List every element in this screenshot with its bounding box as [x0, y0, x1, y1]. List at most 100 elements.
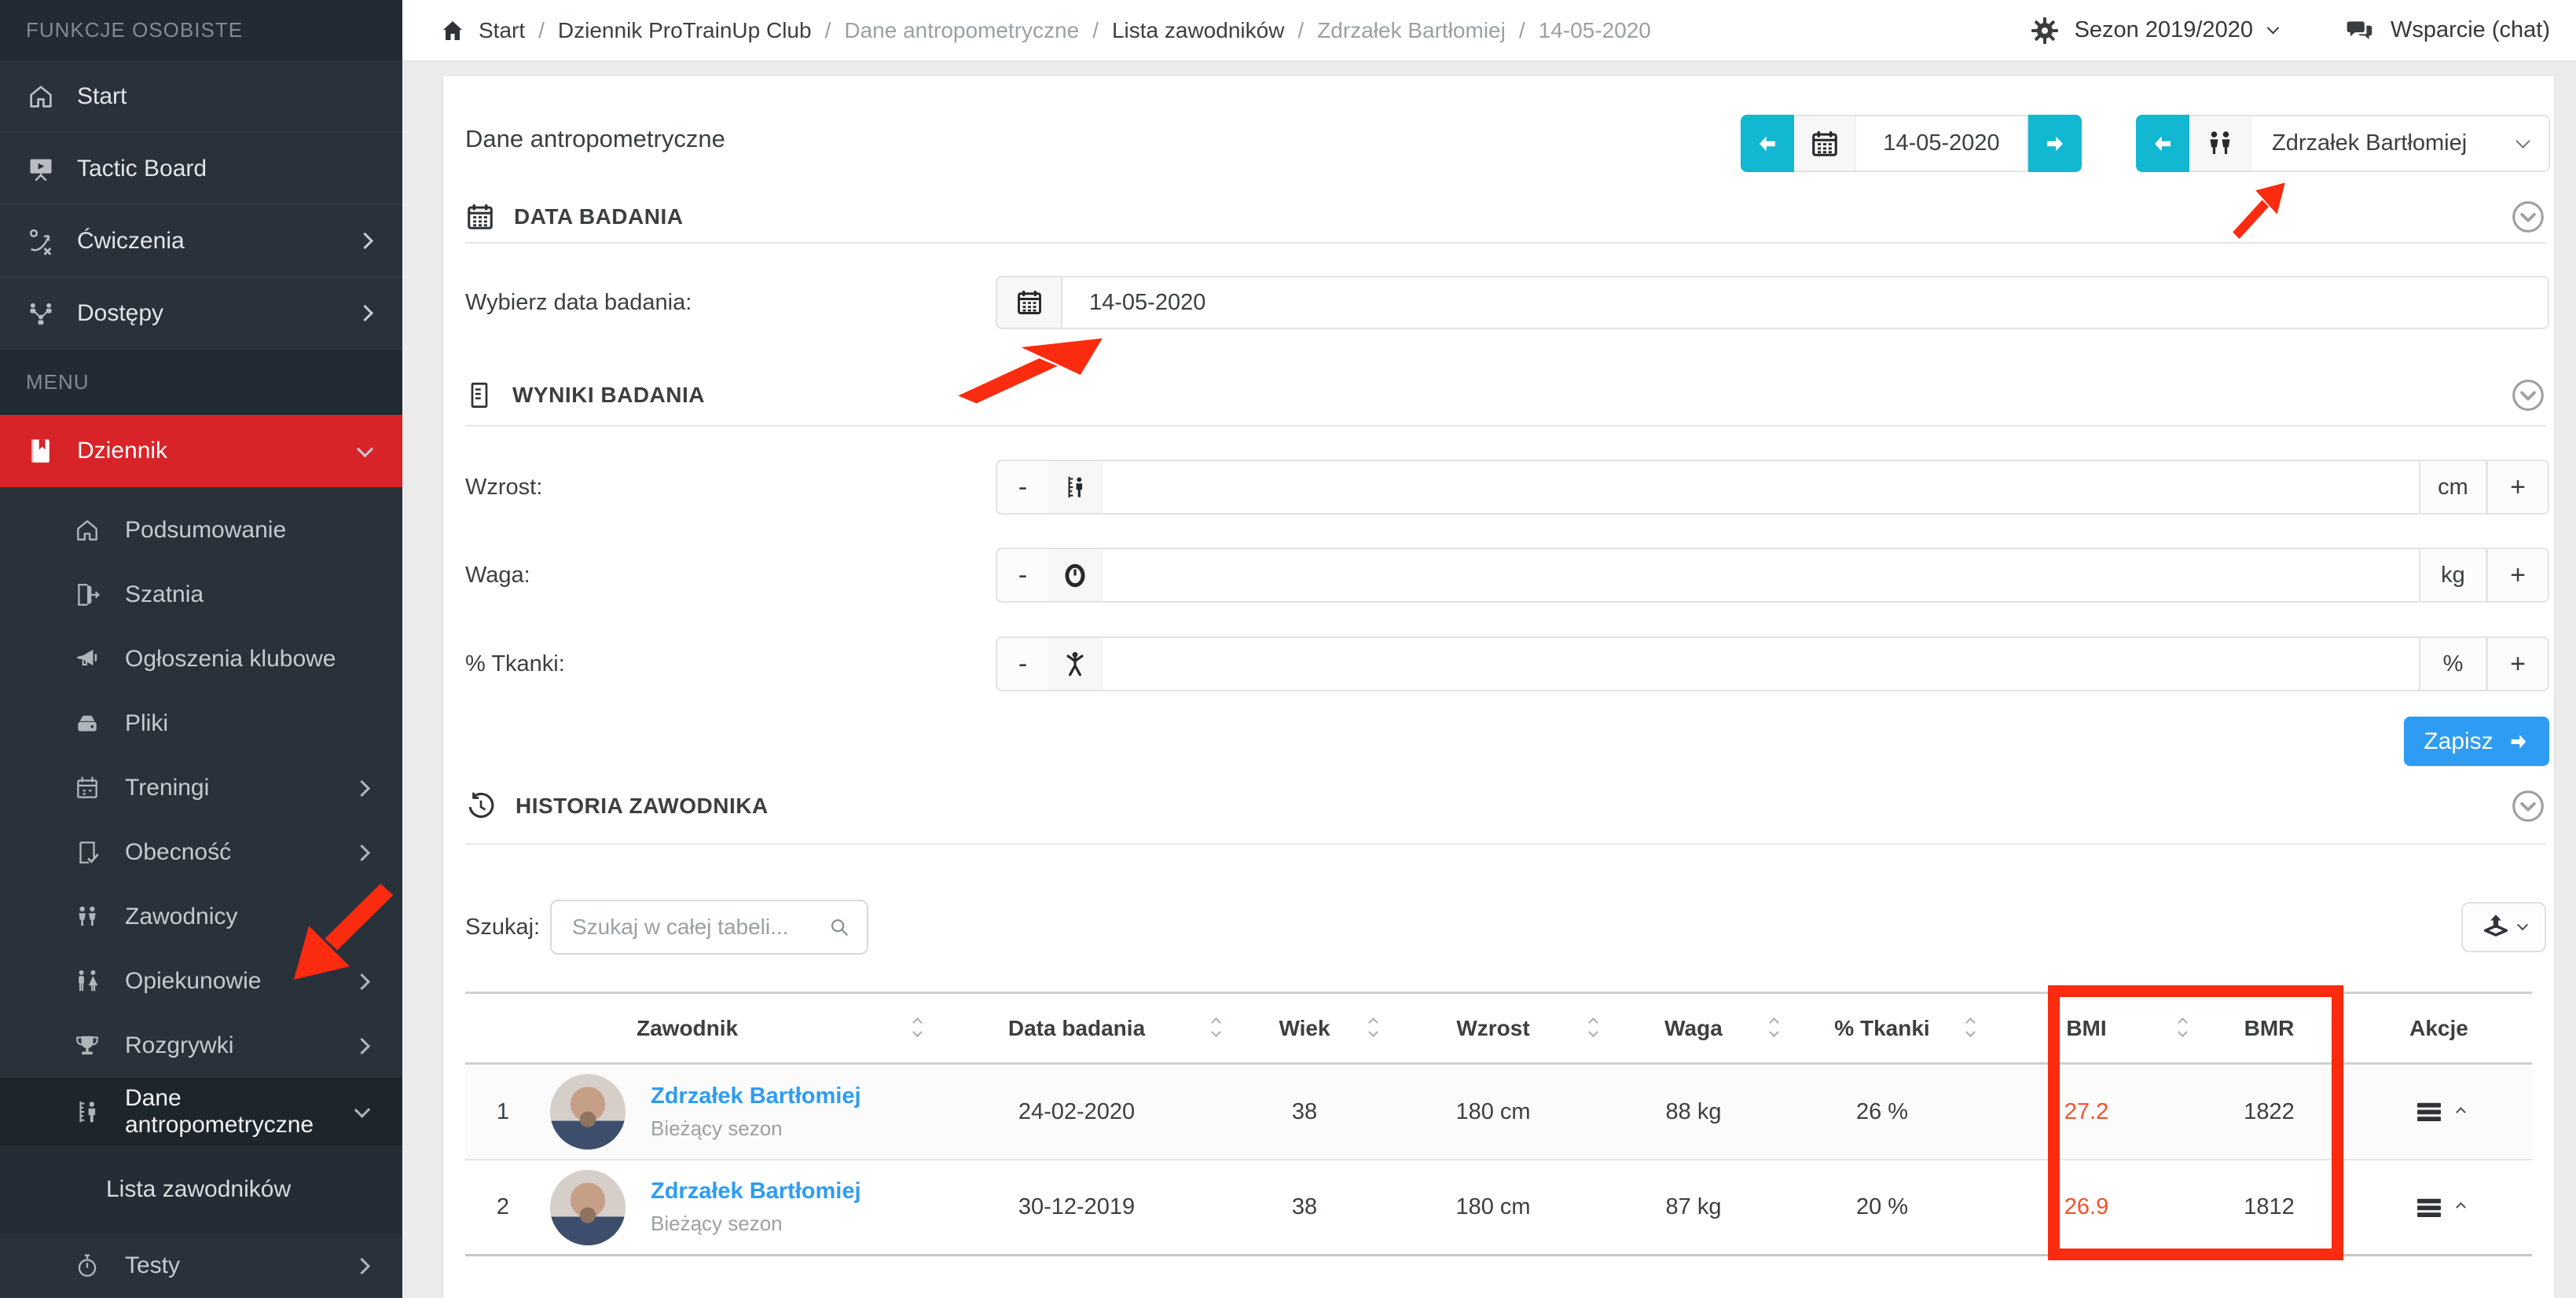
submenu-item-szatnia[interactable]: Szatnia [0, 563, 402, 627]
column-header-tkanki[interactable]: % Tkanki [1784, 1016, 1980, 1041]
tactics-drill-icon [25, 226, 57, 257]
home-icon[interactable] [440, 18, 465, 43]
chevron-down-icon [2515, 134, 2530, 148]
cell-fat: 20 % [1784, 1194, 1980, 1220]
support-chat-link[interactable]: Wsparcie (chat) [2391, 17, 2550, 43]
submenu-item-podsumowanie[interactable]: Podsumowanie [0, 498, 402, 563]
sort-icon[interactable] [1967, 1019, 1974, 1038]
wzrost-input-group: - cm + [996, 460, 2549, 515]
breadcrumb-item[interactable]: Dziennik ProTrainUp Club [558, 18, 812, 43]
season-selector[interactable]: Sezon 2019/2020 [2075, 17, 2253, 43]
sidebar-item-cwiczenia[interactable]: Ćwiczenia [0, 205, 402, 277]
sidebar-item-tactic-board[interactable]: Tactic Board [0, 133, 402, 205]
increment-button[interactable]: + [2486, 548, 2549, 603]
breadcrumb-separator: / [825, 18, 831, 43]
search-input[interactable] [572, 915, 818, 940]
collapse-section-icon[interactable] [2510, 199, 2546, 235]
sort-icon[interactable] [1370, 1019, 1377, 1038]
section-historia-zawodnika: HISTORIA ZAWODNIKA [465, 786, 2546, 827]
table-header-row: Zawodnik Data badania Wiek Wzrost Waga %… [465, 992, 2532, 1065]
breadcrumb-item[interactable]: Lista zawodników [1112, 18, 1284, 43]
wzrost-input[interactable] [1102, 461, 2419, 513]
scale-icon [1048, 548, 1101, 603]
date-input[interactable]: 14-05-2020 [1061, 276, 2549, 329]
breadcrumb-item[interactable]: Start [479, 18, 525, 43]
hamburger-menu-icon[interactable] [2413, 1096, 2445, 1128]
decrement-button[interactable]: - [996, 460, 1048, 515]
sort-icon[interactable] [1213, 1019, 1220, 1038]
breadcrumb-separator: / [538, 18, 545, 43]
column-header-data-badania[interactable]: Data badania [927, 1016, 1226, 1041]
submenu-item-rozgrywki[interactable]: Rozgrywki [0, 1014, 402, 1078]
cell-height: 180 cm [1383, 1099, 1603, 1125]
column-header-zawodnik[interactable]: Zawodnik [541, 1016, 927, 1041]
decrement-button[interactable]: - [996, 548, 1048, 603]
submenu-item-label: Lista zawodników [106, 1176, 291, 1203]
date-nav-value[interactable]: 14-05-2020 [1855, 115, 2028, 172]
chevron-right-icon [357, 305, 373, 321]
increment-button[interactable]: + [2486, 636, 2549, 691]
sort-icon[interactable] [1771, 1019, 1778, 1038]
sidebar-item-label: Dziennik [77, 438, 167, 464]
submenu-item-label: Treningi [125, 775, 209, 801]
column-header-bmr[interactable]: BMR [2193, 1016, 2346, 1041]
gear-icon[interactable] [2031, 16, 2059, 45]
sort-icon[interactable] [1590, 1019, 1597, 1038]
submenu-item-opiekunowie[interactable]: Opiekunowie [0, 949, 402, 1014]
increment-button[interactable]: + [2486, 460, 2549, 515]
chat-bubbles-icon[interactable] [2345, 16, 2375, 46]
page-title: Dane antropometryczne [465, 125, 725, 153]
sidebar-item-dziennik[interactable]: Dziennik [0, 415, 402, 487]
sidebar-section-personal-label: FUNKCJE OSOBISTE [26, 18, 243, 42]
column-header-wiek[interactable]: Wiek [1226, 1016, 1383, 1041]
column-header-bmi[interactable]: BMI [1980, 1016, 2193, 1041]
submenu-item-lista-zawodnikow[interactable]: Lista zawodników [0, 1146, 402, 1234]
date-next-button[interactable] [2028, 115, 2082, 172]
submenu-item-label: Zawodnicy [125, 904, 237, 930]
breadcrumb-item[interactable]: 14-05-2020 [1539, 18, 1651, 43]
actions-cell [2346, 1096, 2532, 1128]
calendar-icon[interactable] [996, 276, 1061, 329]
trophy-icon [73, 1032, 101, 1060]
submenu-item-treningi[interactable]: Treningi [0, 756, 402, 820]
table-row: 1 Zdrzałek Bartłomiej Bieżący sezon 24-0… [465, 1065, 2532, 1160]
tkanki-input[interactable] [1102, 638, 2419, 690]
search-box [550, 900, 868, 955]
date-field-group: 14-05-2020 [996, 276, 2549, 329]
chevron-up-icon[interactable] [2456, 1202, 2466, 1212]
date-prev-button[interactable] [1741, 115, 1794, 172]
decrement-button[interactable]: - [996, 636, 1048, 691]
sidebar-item-dostepy[interactable]: Dostępy [0, 277, 402, 350]
two-people-icon [73, 903, 101, 931]
hamburger-menu-icon[interactable] [2413, 1192, 2445, 1223]
waga-input[interactable] [1102, 549, 2419, 601]
export-button[interactable] [2461, 902, 2546, 952]
player-select[interactable]: Zdrzałek Bartłomiej [2251, 115, 2550, 172]
column-header-waga[interactable]: Waga [1603, 1016, 1784, 1041]
sort-icon[interactable] [914, 1019, 921, 1038]
collapse-section-icon[interactable] [2510, 788, 2546, 824]
player-prev-button[interactable] [2136, 115, 2189, 172]
submenu-item-testy[interactable]: Testy [0, 1234, 402, 1298]
player-name-link[interactable]: Zdrzałek Bartłomiej [651, 1084, 861, 1109]
submenu-item-ogloszenia[interactable]: Ogłoszenia klubowe [0, 627, 402, 691]
chevron-right-icon [357, 233, 373, 249]
chevron-up-icon[interactable] [2456, 1107, 2466, 1117]
column-header-label: BMI [2066, 1016, 2106, 1040]
column-header-wzrost[interactable]: Wzrost [1383, 1016, 1603, 1041]
submenu-item-pliki[interactable]: Pliki [0, 691, 402, 756]
breadcrumb-item[interactable]: Zdrzałek Bartłomiej [1317, 18, 1506, 43]
submenu-item-dane-antropometryczne[interactable]: Dane antropometryczne [0, 1078, 402, 1146]
sort-icon[interactable] [2332, 1019, 2339, 1038]
submenu-item-obecnosc[interactable]: Obecność [0, 820, 402, 885]
sort-icon[interactable] [2179, 1019, 2186, 1038]
player-cell: Zdrzałek Bartłomiej Bieżący sezon [541, 1074, 927, 1150]
breadcrumb-item[interactable]: Dane antropometryczne [844, 18, 1079, 43]
cell-age: 38 [1226, 1194, 1383, 1220]
player-name-link[interactable]: Zdrzałek Bartłomiej [651, 1179, 861, 1204]
sidebar-item-start[interactable]: Start [0, 60, 402, 133]
save-button[interactable]: Zapisz [2404, 717, 2549, 766]
column-header-label: Akcje [2409, 1016, 2468, 1040]
collapse-section-icon[interactable] [2510, 377, 2546, 413]
submenu-item-zawodnicy[interactable]: Zawodnicy [0, 885, 402, 949]
